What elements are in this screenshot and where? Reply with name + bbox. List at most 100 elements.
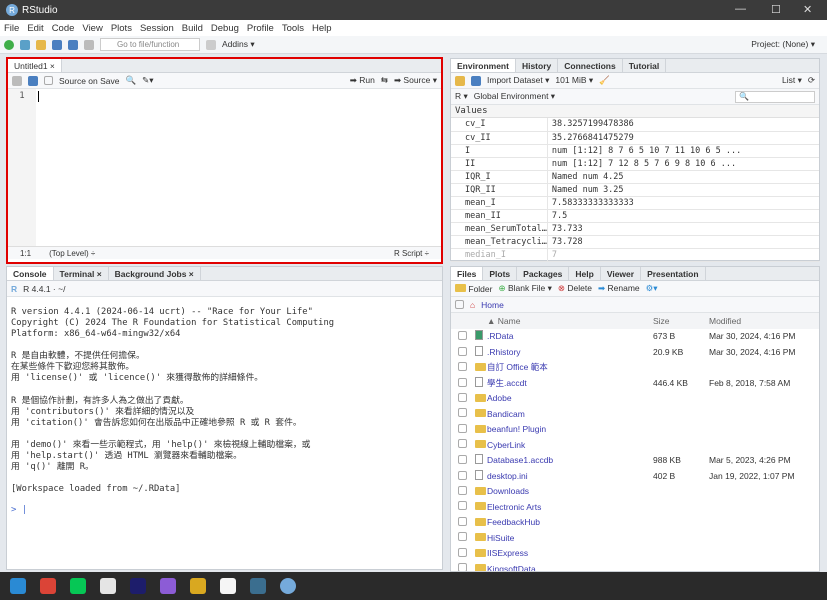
file-name-link[interactable]: Electronic Arts	[487, 499, 653, 515]
code-editor[interactable]	[36, 89, 441, 246]
file-row[interactable]: Adobe	[451, 391, 819, 407]
tab-tutorial[interactable]: Tutorial	[623, 59, 667, 72]
file-row[interactable]: Bandicam	[451, 406, 819, 422]
environment-row[interactable]: cv_II 35.2766841475279	[451, 131, 819, 145]
tab-history[interactable]: History	[516, 59, 559, 72]
line-taskbar-icon[interactable]	[70, 578, 86, 594]
source-button[interactable]: ➡ Source ▾	[394, 75, 437, 86]
select-all-checkbox[interactable]	[455, 300, 464, 309]
file-name-link[interactable]: CyberLink	[487, 437, 653, 453]
intellij-taskbar-icon[interactable]	[130, 578, 146, 594]
file-checkbox[interactable]	[458, 439, 467, 449]
environment-row[interactable]: mean_II 7.5	[451, 209, 819, 223]
file-name-link[interactable]: desktop.ini	[487, 468, 653, 484]
new-project-icon[interactable]	[20, 39, 30, 50]
run-button[interactable]: ➡ Run	[350, 75, 375, 86]
menu-plots[interactable]: Plots	[111, 23, 132, 34]
rename-button[interactable]: ➡ Rename	[598, 283, 640, 294]
file-checkbox[interactable]	[458, 423, 467, 433]
menu-build[interactable]: Build	[182, 23, 203, 34]
magic-wand-icon[interactable]: ✎▾	[142, 75, 153, 86]
file-row[interactable]: Downloads	[451, 484, 819, 500]
rerun-icon[interactable]: ⇆	[381, 75, 388, 86]
file-name-link[interactable]: 自訂 Office 範本	[487, 360, 653, 376]
file-checkbox[interactable]	[458, 470, 467, 480]
file-row[interactable]: CyberLink	[451, 437, 819, 453]
new-file-icon[interactable]	[4, 39, 14, 50]
refresh-icon[interactable]: ⟳	[808, 75, 815, 86]
file-name-link[interactable]: .Rhistory	[487, 344, 653, 360]
environment-row[interactable]: mean_Tetracycli… 73.728	[451, 235, 819, 249]
console-prompt[interactable]: > |	[7, 505, 442, 515]
close-button[interactable]: ✕	[803, 3, 812, 16]
tab-presentation[interactable]: Presentation	[641, 267, 706, 280]
file-row[interactable]: HiSuite	[451, 530, 819, 546]
file-name-link[interactable]: beanfun! Plugin	[487, 422, 653, 438]
file-name-link[interactable]: Downloads	[487, 484, 653, 500]
environment-row[interactable]: Inum [1:12] 8 7 6 5 10 7 11 10 6 5 ...	[451, 144, 819, 158]
tab-background[interactable]: Background Jobs ×	[109, 267, 201, 280]
file-name-link[interactable]: FeedbackHub	[487, 515, 653, 531]
memory-usage[interactable]: 101 MiB ▾	[555, 75, 593, 86]
paint-taskbar-icon[interactable]	[100, 578, 116, 594]
save-icon[interactable]	[52, 39, 62, 50]
project-menu[interactable]: Project: (None) ▾	[751, 39, 815, 50]
gear-icon[interactable]: ⚙▾	[646, 283, 658, 294]
tab-connections[interactable]: Connections	[558, 59, 623, 72]
menu-help[interactable]: Help	[312, 23, 332, 34]
environment-row[interactable]: cv_I 38.3257199478386	[451, 118, 819, 132]
tab-help[interactable]: Help	[569, 267, 601, 280]
tab-untitled1[interactable]: Untitled1 ×	[8, 59, 62, 72]
menu-session[interactable]: Session	[140, 23, 174, 34]
environment-row[interactable]: median_I 7	[451, 248, 819, 262]
tab-console[interactable]: Console	[7, 267, 54, 280]
maximize-button[interactable]: ☐	[771, 3, 781, 16]
file-row[interactable]: 自訂 Office 範本	[451, 360, 819, 376]
environment-search-input[interactable]: 🔍	[735, 90, 815, 103]
blank-file-button[interactable]: ⊕ Blank File ▾	[498, 283, 551, 294]
file-checkbox[interactable]	[458, 547, 467, 557]
menu-profile[interactable]: Profile	[247, 23, 274, 34]
minimize-button[interactable]: —	[735, 3, 746, 15]
file-checkbox[interactable]	[458, 485, 467, 495]
print-icon[interactable]	[84, 39, 94, 50]
column-header-1[interactable]: Size	[653, 313, 709, 329]
file-checkbox[interactable]	[458, 346, 467, 356]
file-checkbox[interactable]	[458, 361, 467, 371]
goto-file-input[interactable]: Go to file/function	[100, 38, 200, 51]
scope-selector[interactable]: (Top Level) ÷	[49, 249, 95, 258]
language-menu[interactable]: R ▾	[455, 91, 468, 102]
save-icon[interactable]	[28, 75, 38, 86]
delete-button[interactable]: ⊗ Delete	[558, 283, 592, 294]
save-workspace-icon[interactable]	[471, 75, 481, 86]
addins-menu[interactable]: Addins ▾	[222, 39, 255, 50]
file-checkbox[interactable]	[458, 331, 467, 341]
mail-taskbar-icon[interactable]	[10, 578, 26, 594]
tab-viewer[interactable]: Viewer	[601, 267, 642, 280]
import-dataset-button[interactable]: Import Dataset ▾	[487, 75, 549, 86]
file-row[interactable]: FeedbackHub	[451, 515, 819, 531]
file-name-link[interactable]: HiSuite	[487, 530, 653, 546]
open-file-icon[interactable]	[36, 39, 46, 50]
environment-row[interactable]: II num [1:12] 7 12 8 5 7 6 9 8 10 6 ...	[451, 157, 819, 171]
tab-files[interactable]: Files	[451, 267, 484, 280]
environment-row[interactable]: IQR_I Named num 4.25	[451, 170, 819, 184]
view-mode-menu[interactable]: List ▾	[782, 75, 802, 86]
chrome-taskbar-icon[interactable]	[40, 578, 56, 594]
file-checkbox[interactable]	[458, 408, 467, 418]
column-header-0[interactable]: ▲ Name	[487, 313, 653, 329]
file-checkbox[interactable]	[458, 516, 467, 526]
environment-scope-menu[interactable]: Global Environment ▾	[474, 91, 555, 102]
file-name-link[interactable]: Bandicam	[487, 406, 653, 422]
menu-debug[interactable]: Debug	[211, 23, 239, 34]
file-type-selector[interactable]: R Script ÷	[394, 249, 429, 258]
file-name-link[interactable]: .RData	[487, 329, 653, 345]
file-row[interactable]: .Rhistory 20.9 KB Mar 30, 2024, 4:16 PM	[451, 344, 819, 360]
file-name-link[interactable]: IISExpress	[487, 546, 653, 562]
file-checkbox[interactable]	[458, 377, 467, 387]
file-name-link[interactable]: KingsoftData	[487, 561, 653, 571]
file-checkbox[interactable]	[458, 455, 467, 465]
file-row[interactable]: 學生.accdt 446.4 KB Feb 8, 2018, 7:58 AM	[451, 375, 819, 391]
mysql-taskbar-icon[interactable]	[250, 578, 266, 594]
file-row[interactable]: Database1.accdb 988 KB Mar 5, 2023, 4:26 P…	[451, 453, 819, 469]
